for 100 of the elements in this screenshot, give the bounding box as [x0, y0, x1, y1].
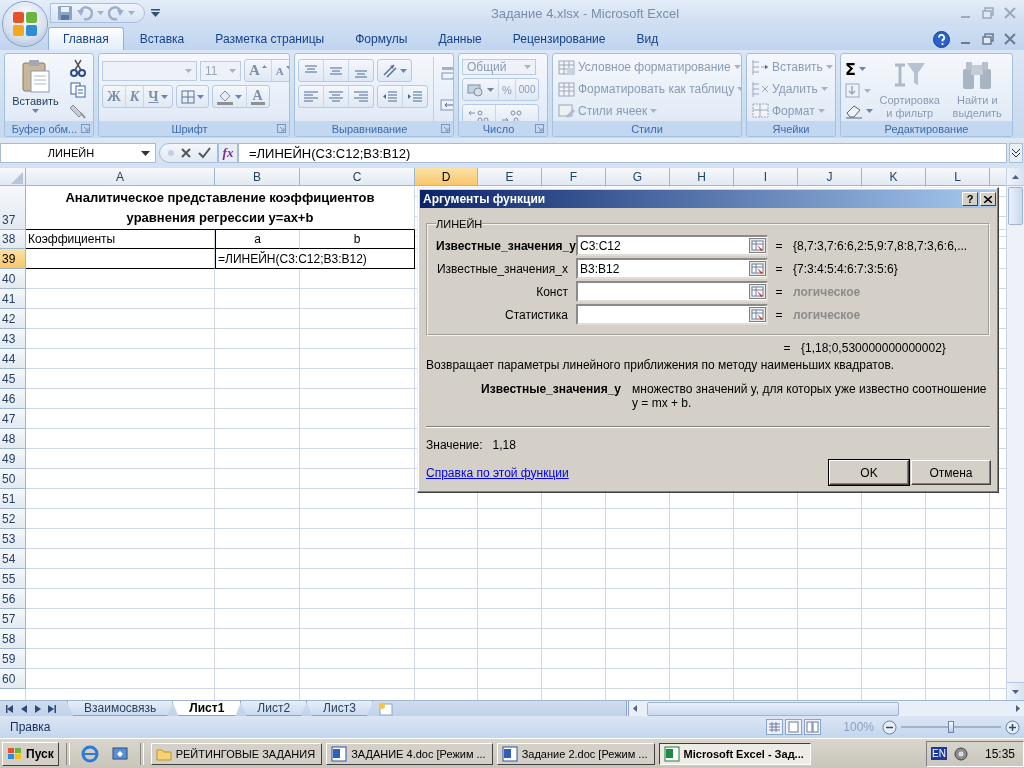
sheet-tab[interactable]: Лист2 — [240, 701, 308, 716]
column-header[interactable]: G — [606, 168, 670, 186]
restore-icon[interactable] — [982, 33, 994, 45]
align-center-icon[interactable] — [328, 88, 344, 105]
scrollbar-thumb[interactable] — [1008, 187, 1023, 225]
expand-icon[interactable] — [1009, 143, 1023, 163]
decrease-indent-icon[interactable] — [382, 88, 398, 105]
page-layout-icon[interactable] — [785, 719, 803, 735]
ribbon-tab[interactable]: Формулы — [340, 27, 423, 50]
column-header[interactable]: J — [798, 168, 862, 186]
row-header[interactable]: 54 — [0, 549, 26, 569]
dialog-launcher-icon[interactable] — [441, 124, 450, 133]
cell-editor[interactable]: =ЛИНЕЙН(C3:C12;B3:B12) — [215, 249, 415, 269]
row-header[interactable]: 52 — [0, 509, 26, 529]
format-painter-icon[interactable] — [70, 102, 86, 119]
row-header[interactable]: 55 — [0, 569, 26, 589]
save-icon[interactable] — [57, 5, 73, 21]
help-link[interactable]: Справка по этой функции — [426, 465, 569, 480]
range-picker-icon[interactable] — [749, 238, 766, 253]
ribbon-tab[interactable]: Главная — [48, 27, 124, 50]
taskbar-button[interactable]: РЕЙТИНГОВЫЕ ЗАДАНИЯ — [150, 742, 323, 765]
insert-sheet-icon[interactable] — [376, 702, 395, 716]
increase-decimal-icon[interactable] — [467, 107, 491, 124]
page-break-icon[interactable] — [804, 719, 822, 735]
last-sheet-icon[interactable] — [48, 704, 56, 713]
row-header[interactable]: 53 — [0, 529, 26, 549]
column-header[interactable]: E — [478, 168, 542, 186]
eraser-icon[interactable] — [845, 103, 863, 120]
restore-icon[interactable] — [982, 7, 994, 19]
taskbar-button[interactable]: ЗАДАНИЕ 4.doc [Режим ... — [326, 742, 493, 765]
start-button[interactable]: Пуск — [2, 741, 59, 766]
argument-field[interactable] — [576, 281, 768, 302]
align-left-icon[interactable] — [303, 88, 319, 105]
row-header[interactable]: 37 — [0, 186, 26, 230]
zoom-out-icon[interactable] — [882, 719, 897, 735]
cancel-icon[interactable] — [180, 147, 192, 159]
zoom-slider-thumb[interactable] — [948, 721, 954, 733]
row-header[interactable]: 59 — [0, 649, 26, 669]
ribbon-tab[interactable]: Вставка — [124, 27, 200, 50]
row-header[interactable]: 51 — [0, 489, 26, 509]
row-header[interactable]: 48 — [0, 429, 26, 449]
scissors-icon[interactable] — [70, 59, 86, 78]
horizontal-scrollbar[interactable] — [626, 701, 1024, 716]
font-name-field[interactable] — [102, 60, 197, 81]
column-header[interactable]: F — [542, 168, 606, 186]
row-header[interactable]: 50 — [0, 469, 26, 489]
row-header[interactable]: 60 — [0, 669, 26, 689]
row-header[interactable]: 58 — [0, 629, 26, 649]
ok-button[interactable]: OK — [829, 460, 909, 485]
name-box[interactable]: ЛИНЕЙН — [0, 143, 156, 163]
browser-icon[interactable] — [80, 744, 99, 763]
select-all-icon[interactable] — [10, 172, 23, 184]
zoom-in-icon[interactable] — [1005, 719, 1020, 735]
autosum-button[interactable]: Σ — [845, 58, 873, 80]
row-header[interactable]: 46 — [0, 389, 26, 409]
column-header[interactable] — [990, 168, 1006, 186]
tray-icon[interactable] — [952, 745, 969, 762]
row-header[interactable]: 42 — [0, 309, 26, 329]
row-header[interactable]: 57 — [0, 609, 26, 629]
column-header[interactable]: L — [926, 168, 990, 186]
ribbon-tab[interactable]: Данные — [423, 27, 497, 50]
scroll-down-icon[interactable] — [1012, 689, 1019, 694]
close-button[interactable] — [980, 192, 996, 206]
vertical-scrollbar[interactable] — [1006, 168, 1024, 700]
row-header[interactable]: 47 — [0, 409, 26, 429]
argument-field[interactable] — [576, 304, 768, 325]
row-header[interactable]: 38 — [0, 230, 26, 249]
align-right-icon[interactable] — [353, 88, 369, 105]
sheet-tab[interactable]: Лист3 — [306, 701, 373, 716]
previous-sheet-icon[interactable] — [20, 704, 28, 713]
range-picker-icon[interactable] — [749, 307, 766, 322]
scrollbar-thumb[interactable] — [647, 701, 899, 716]
office-button[interactable] — [3, 2, 47, 46]
column-header[interactable]: I — [734, 168, 798, 186]
cancel-button[interactable]: Отмена — [911, 460, 991, 485]
argument-field[interactable]: B3:B12 — [576, 258, 768, 279]
scroll-right-icon[interactable] — [1016, 705, 1020, 712]
row-header[interactable]: 43 — [0, 329, 26, 349]
decrease-decimal-icon[interactable] — [500, 107, 524, 124]
scroll-left-icon[interactable] — [633, 705, 637, 712]
column-header[interactable]: A — [26, 168, 215, 186]
undo-icon[interactable] — [77, 5, 93, 21]
next-sheet-icon[interactable] — [34, 704, 42, 713]
close-icon[interactable] — [1004, 33, 1016, 45]
normal-view-icon[interactable] — [766, 719, 784, 735]
argument-field[interactable]: C3:C12 — [576, 235, 768, 256]
dialog-launcher-icon[interactable] — [277, 124, 286, 133]
column-header[interactable]: B — [215, 168, 300, 186]
taskbar-button[interactable]: Задание 2.doc [Режим ... — [496, 742, 655, 765]
first-sheet-icon[interactable] — [6, 704, 14, 713]
checkmark-icon[interactable] — [198, 147, 211, 159]
help-icon[interactable] — [933, 30, 950, 48]
increase-indent-icon[interactable] — [407, 88, 423, 105]
row-header[interactable]: 39 — [0, 249, 26, 269]
fill-down-icon[interactable] — [845, 83, 861, 100]
sheet-tab[interactable]: Взаимосвязь — [67, 701, 174, 716]
text-orientation-icon[interactable] — [382, 62, 398, 79]
ribbon-tab[interactable]: Рецензирование — [497, 27, 621, 50]
row-header[interactable]: 41 — [0, 289, 26, 309]
close-icon[interactable] — [1004, 7, 1016, 19]
